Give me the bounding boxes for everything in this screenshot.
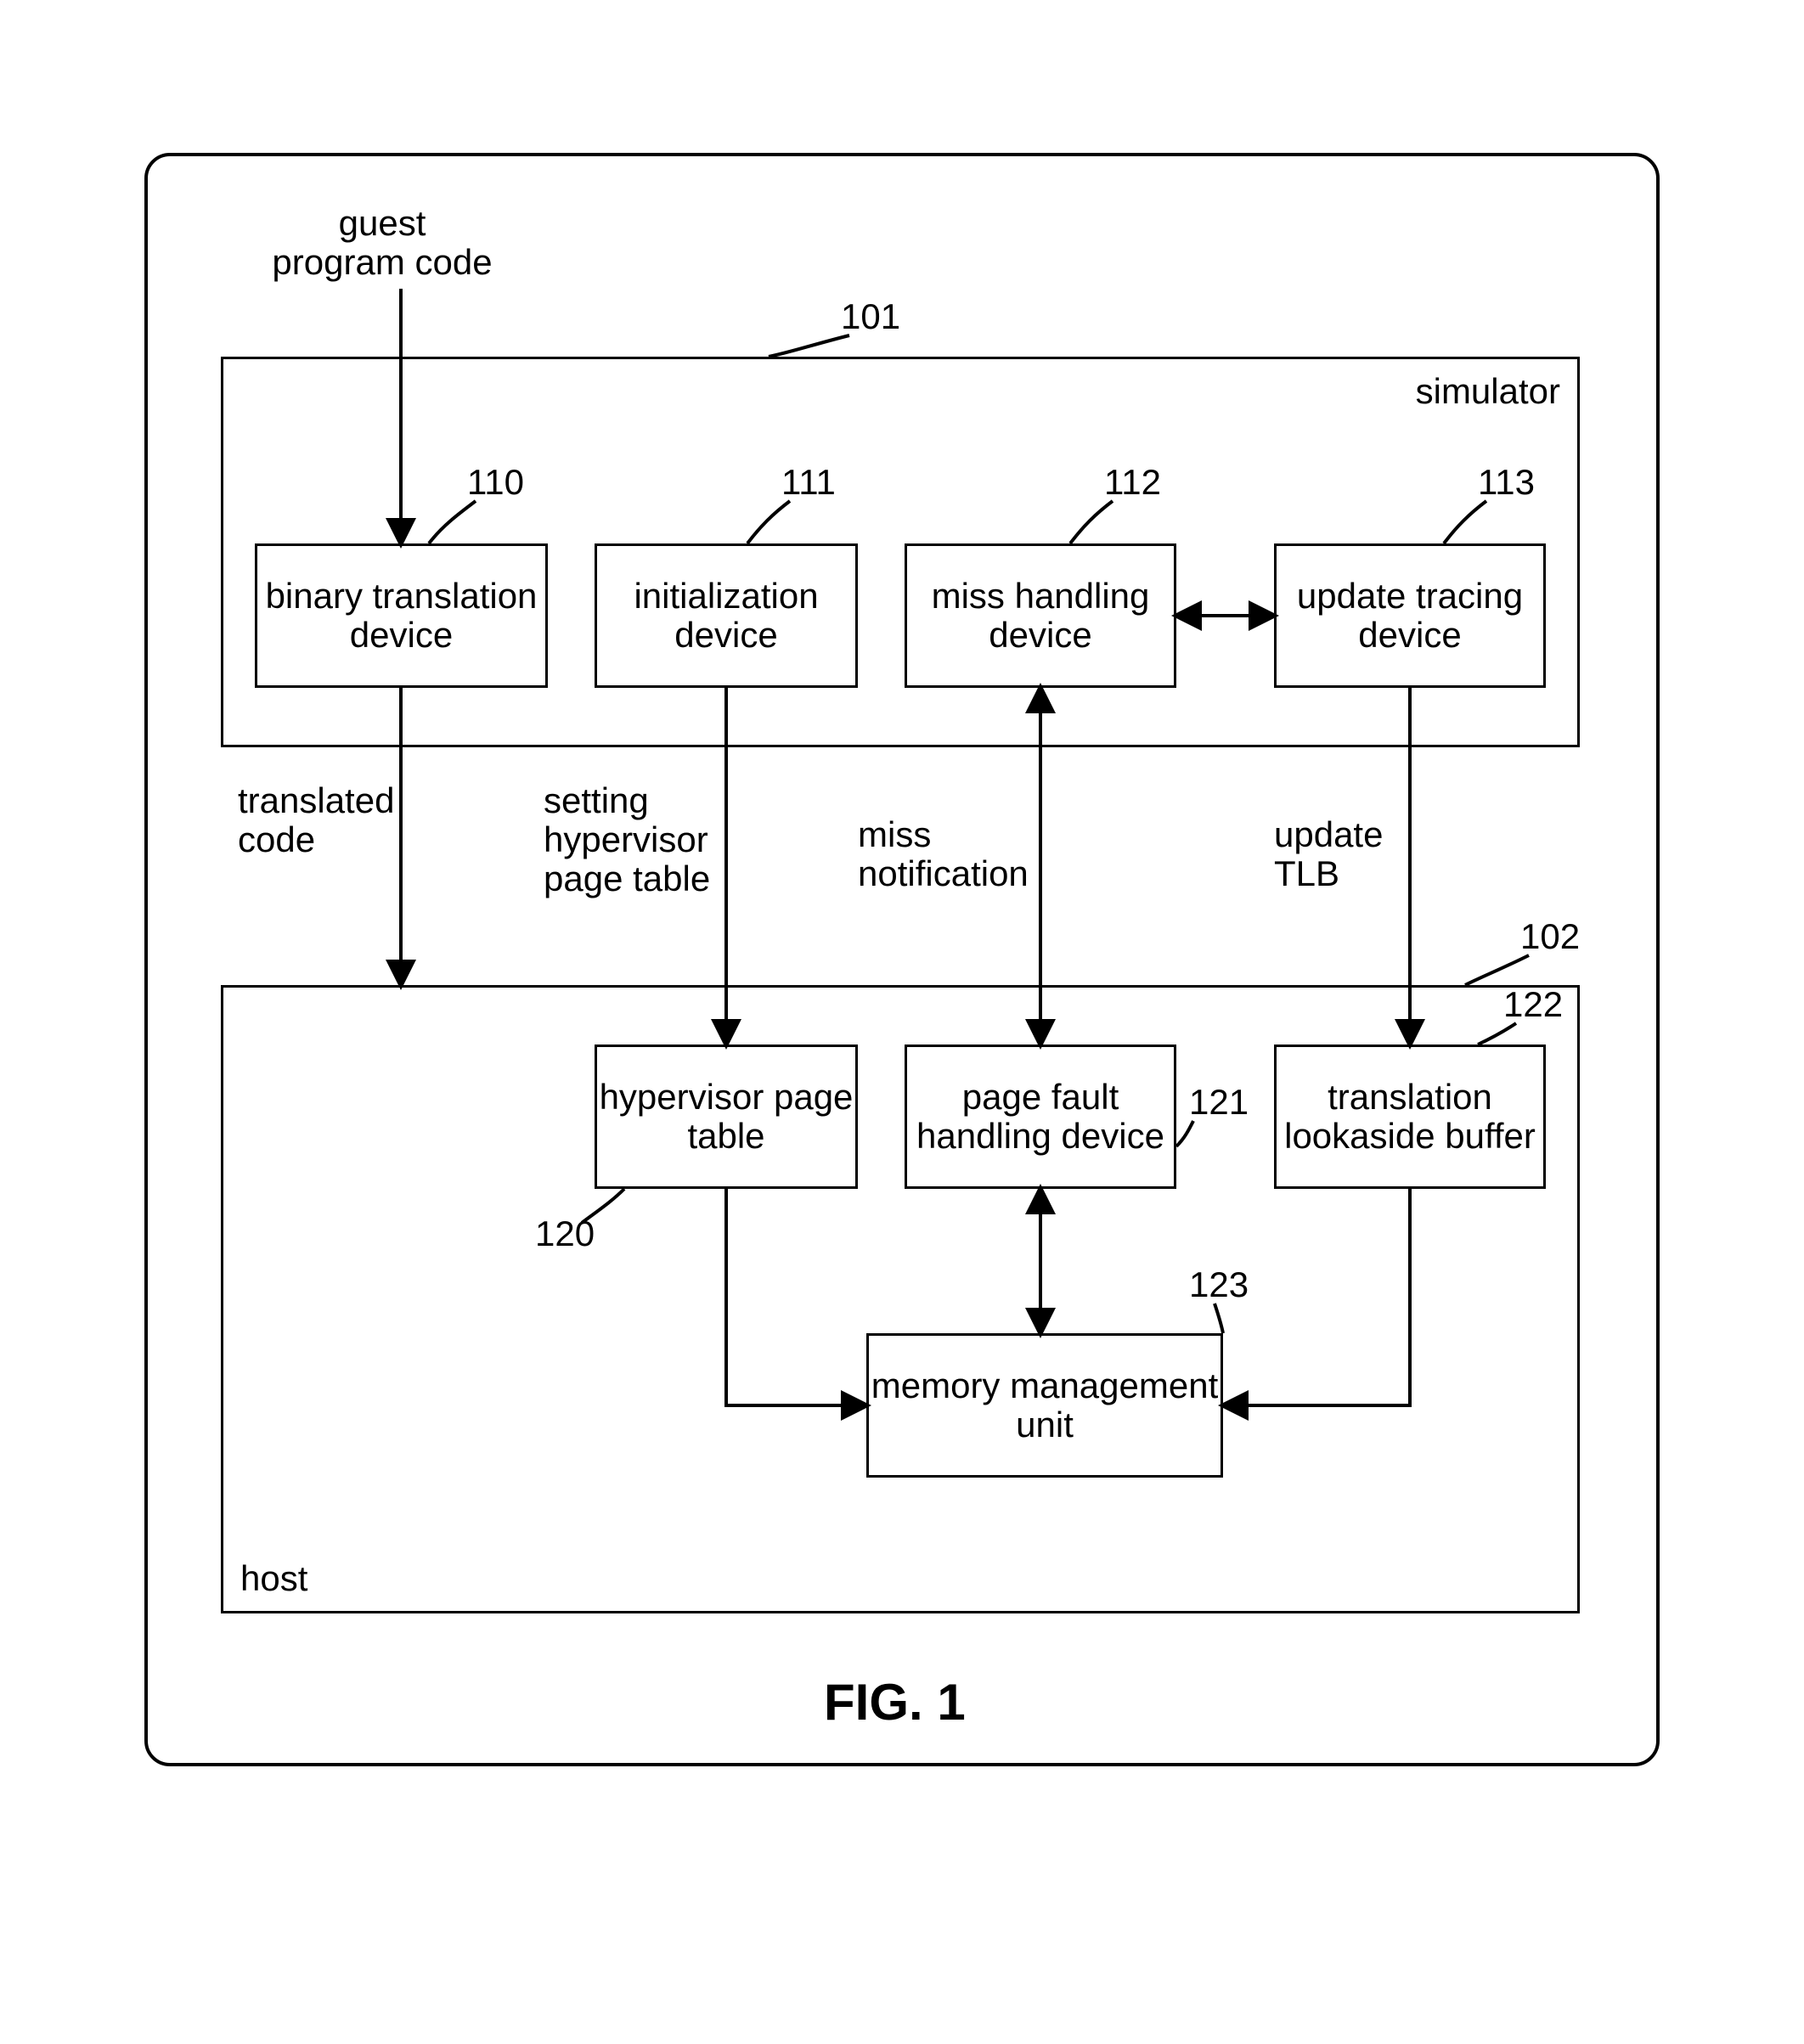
miss-handling-ref: 112: [1104, 463, 1161, 502]
miss-notification-label: miss notification: [858, 815, 1029, 893]
initialization-text: initialization device: [597, 577, 855, 655]
mmu-box: memory management unit: [866, 1333, 1223, 1478]
host-label: host: [240, 1559, 307, 1598]
miss-handling-text: miss handling device: [907, 577, 1174, 655]
simulator-label: simulator: [1416, 372, 1560, 411]
mmu-ref: 123: [1189, 1265, 1249, 1304]
binary-translation-ref: 110: [467, 463, 524, 502]
mmu-text: memory management unit: [869, 1366, 1221, 1444]
simulator-ref: 101: [841, 297, 900, 336]
update-tracing-text: update tracing device: [1277, 577, 1543, 655]
guest-program-code-label: guest program code: [255, 204, 510, 282]
page-fault-box: page fault handling device: [905, 1045, 1176, 1189]
host-ref: 102: [1520, 917, 1580, 956]
hypervisor-page-table-text: hypervisor page table: [597, 1078, 855, 1156]
update-tracing-box: update tracing device: [1274, 543, 1546, 688]
hypervisor-page-table-ref: 120: [535, 1214, 595, 1253]
miss-handling-box: miss handling device: [905, 543, 1176, 688]
update-tracing-ref: 113: [1478, 463, 1535, 502]
page-fault-ref: 121: [1189, 1083, 1249, 1122]
binary-translation-text: binary translation device: [257, 577, 545, 655]
figure-caption: FIG. 1: [824, 1673, 966, 1731]
tlb-box: translation lookaside buffer: [1274, 1045, 1546, 1189]
binary-translation-box: binary translation device: [255, 543, 548, 688]
translated-code-label: translated code: [238, 781, 394, 859]
setting-hypervisor-label: setting hypervisor page table: [544, 781, 710, 899]
diagram-page: guest program code simulator 101 binary …: [0, 0, 1804, 2044]
page-fault-text: page fault handling device: [907, 1078, 1174, 1156]
hypervisor-page-table-box: hypervisor page table: [595, 1045, 858, 1189]
update-tlb-label: update TLB: [1274, 815, 1383, 893]
tlb-ref: 122: [1503, 985, 1563, 1024]
initialization-ref: 111: [781, 463, 836, 502]
initialization-box: initialization device: [595, 543, 858, 688]
tlb-text: translation lookaside buffer: [1277, 1078, 1543, 1156]
